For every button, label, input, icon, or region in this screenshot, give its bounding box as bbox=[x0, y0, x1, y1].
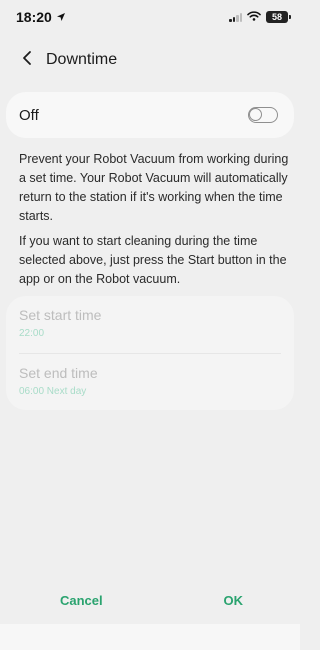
description-paragraph-2: If you want to start cleaning during the… bbox=[19, 234, 287, 286]
end-time-label: Set end time bbox=[19, 365, 98, 381]
location-arrow-icon bbox=[56, 9, 66, 25]
bottom-action-bar: Cancel OK bbox=[0, 582, 300, 618]
status-time: 18:20 bbox=[16, 9, 52, 25]
chevron-left-icon bbox=[21, 50, 33, 71]
start-time-label: Set start time bbox=[19, 307, 102, 323]
start-time-value: 22:00 bbox=[19, 328, 45, 339]
wifi-icon bbox=[247, 8, 261, 26]
status-bar: 18:20 58 bbox=[0, 0, 300, 34]
downtime-toggle-row[interactable]: Off bbox=[6, 92, 294, 138]
toggle-label: Off bbox=[19, 106, 39, 124]
ok-button[interactable]: OK bbox=[224, 593, 244, 608]
end-time-value: 06:00 Next day bbox=[19, 386, 87, 397]
back-button[interactable] bbox=[16, 49, 38, 71]
status-left: 18:20 bbox=[16, 9, 66, 25]
status-right: 58 bbox=[229, 8, 291, 26]
set-start-time-row[interactable]: Set start time 22:00 bbox=[19, 296, 281, 353]
header: Downtime bbox=[0, 42, 300, 78]
page-title: Downtime bbox=[46, 51, 118, 68]
downtime-switch[interactable] bbox=[248, 107, 278, 123]
switch-knob bbox=[249, 108, 262, 121]
set-end-time-row[interactable]: Set end time 06:00 Next day bbox=[19, 353, 281, 410]
navigation-bar-area bbox=[0, 624, 300, 650]
battery-indicator: 58 bbox=[266, 11, 291, 23]
cellular-signal-icon bbox=[229, 12, 242, 22]
schedule-card: Set start time 22:00 Set end time 06:00 … bbox=[6, 296, 294, 410]
cancel-button[interactable]: Cancel bbox=[60, 593, 103, 608]
description-paragraph-1: Prevent your Robot Vacuum from working d… bbox=[19, 152, 289, 223]
